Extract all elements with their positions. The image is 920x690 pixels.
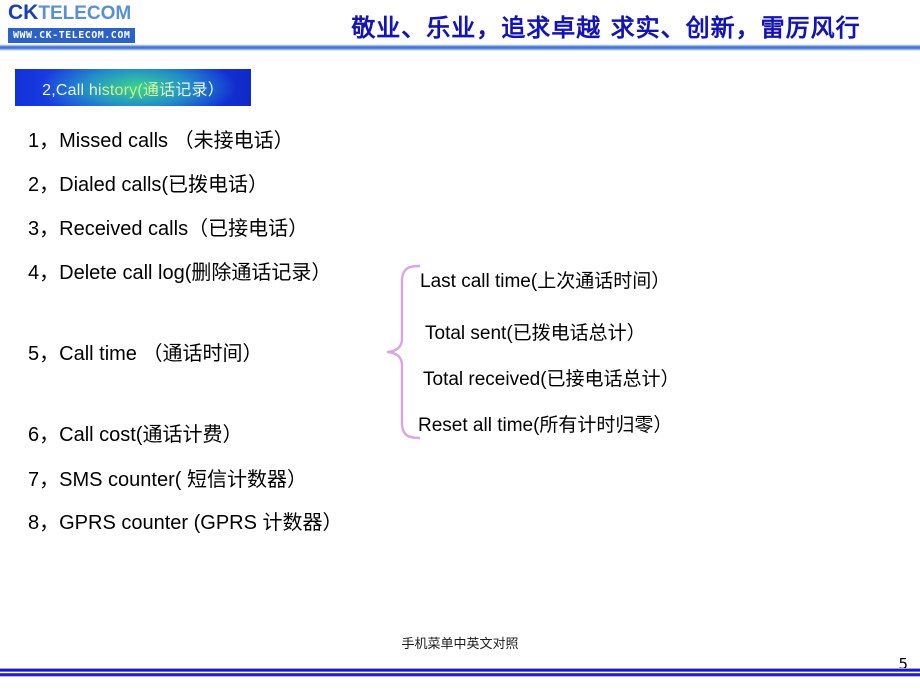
section-title-chip: 2,Call history(通话记录）: [15, 69, 251, 106]
brand-logo: CKTELECOM WWW.CK-TELECOM.COM: [8, 2, 188, 43]
section-title-label: 2,Call history(通话记录）: [42, 76, 224, 100]
curly-brace-icon: [386, 264, 421, 440]
header-slogan: 敬业、乐业，追求卓越 求实、创新，雷厉风行: [351, 14, 861, 42]
list-item: 6，Call cost(通话计费）: [28, 424, 243, 446]
logo-brand-light: TELECOM: [38, 3, 132, 24]
list-item: Last call time(上次通话时间）: [420, 271, 671, 292]
list-item: 1，Missed calls （未接电话）: [28, 130, 294, 152]
logo-url-badge: WWW.CK-TELECOM.COM: [8, 28, 136, 43]
list-item: 5，Call time （通话时间）: [28, 343, 263, 365]
list-item: Total sent(已拨电话总计）: [425, 323, 646, 344]
header-divider: [0, 44, 920, 51]
logo-brand-bold: CK: [8, 1, 39, 24]
footer-caption: 手机菜单中英文对照: [401, 637, 519, 652]
page-header: CKTELECOM WWW.CK-TELECOM.COM 敬业、乐业，追求卓越 …: [0, 0, 920, 52]
footer-divider: [0, 668, 920, 677]
grouping-brace: [386, 262, 421, 442]
list-item: 2，Dialed calls(已拨电话）: [28, 174, 269, 196]
logo-wordmark: CKTELECOM: [8, 2, 188, 25]
list-item: 7，SMS counter( 短信计数器）: [28, 469, 307, 491]
list-item: 4，Delete call log(删除通话记录）: [28, 262, 332, 284]
list-item: Reset all time(所有计时归零）: [418, 415, 673, 436]
list-item: 8，GPRS counter (GPRS 计数器）: [28, 512, 343, 534]
list-item: 3，Received calls（已接电话）: [28, 218, 309, 240]
list-item: Total received(已接电话总计）: [423, 369, 680, 390]
